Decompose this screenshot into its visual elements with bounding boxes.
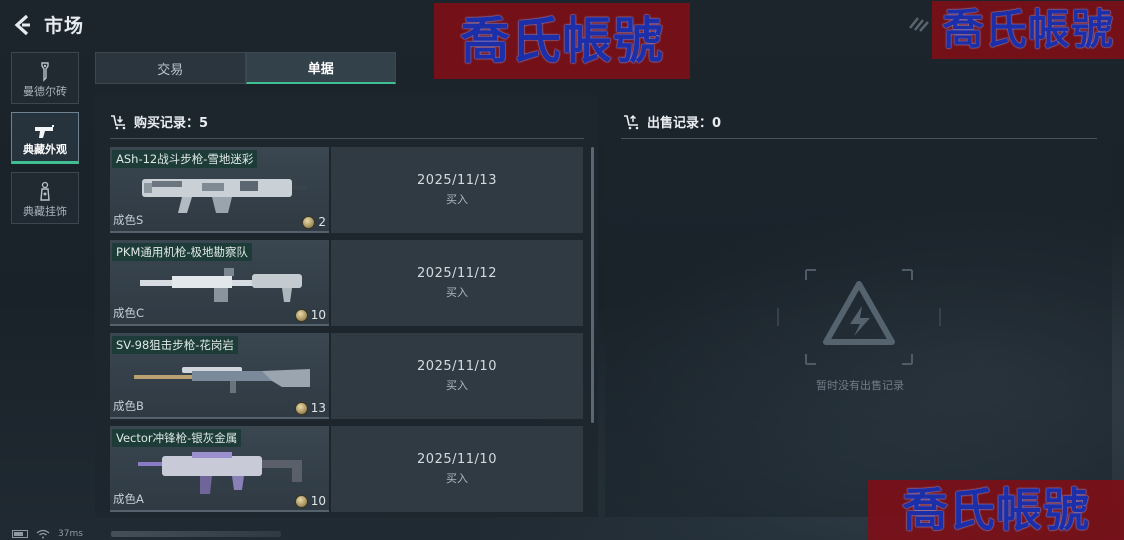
coin-icon xyxy=(294,401,308,415)
list-item[interactable]: ASh-12战斗步枪-雪地迷彩 成色S 2 2025/11/13 买入 xyxy=(110,147,584,233)
item-count-value: 2 xyxy=(318,215,326,229)
item-name: SV-98狙击步枪-花岗岩 xyxy=(112,336,238,354)
coin-icon xyxy=(294,494,308,508)
item-card[interactable]: PKM通用机枪-极地勘察队 成色C 10 xyxy=(110,240,329,326)
divider xyxy=(110,138,584,139)
record-action: 买入 xyxy=(446,472,468,485)
cart-download-icon xyxy=(111,114,126,129)
ping-value: 37ms xyxy=(58,528,83,539)
charm-icon xyxy=(40,181,50,201)
record-action: 买入 xyxy=(446,286,468,299)
record-info: 2025/11/13 买入 xyxy=(331,147,583,233)
sidebar-item-label: 曼德尔砖 xyxy=(23,85,67,98)
sidebar-item-collection-charms[interactable]: 典藏挂饰 xyxy=(11,172,79,224)
item-grade: 成色S xyxy=(113,213,144,227)
list-item[interactable]: SV-98狙击步枪-花岗岩 成色B 13 2025/11/10 买入 xyxy=(110,333,584,419)
list-item[interactable]: PKM通用机枪-极地勘察队 成色C 10 2025/11/12 买入 xyxy=(110,240,584,326)
sale-heading-text: 出售记录：0 xyxy=(647,116,722,131)
record-date: 2025/11/13 xyxy=(417,173,497,188)
brick-icon xyxy=(41,62,49,82)
divider xyxy=(621,138,1097,139)
battery-icon xyxy=(12,529,28,538)
back-button[interactable] xyxy=(10,12,36,38)
purchase-list[interactable]: ASh-12战斗步枪-雪地迷彩 成色S 2 2025/11/13 买入 PKM通… xyxy=(110,147,584,517)
item-name: Vector冲锋枪-银灰金属 xyxy=(112,429,242,447)
purchase-heading-text: 购买记录：5 xyxy=(134,116,209,131)
item-count: 13 xyxy=(294,401,326,415)
record-date: 2025/11/10 xyxy=(417,359,497,374)
status-bar: 37ms xyxy=(12,527,281,540)
item-grade: 成色A xyxy=(113,492,144,506)
item-card[interactable]: ASh-12战斗步枪-雪地迷彩 成色S 2 xyxy=(110,147,329,233)
item-count: 10 xyxy=(294,308,326,322)
page-title: 市场 xyxy=(44,15,85,37)
record-info: 2025/11/12 买入 xyxy=(331,240,583,326)
record-action: 买入 xyxy=(446,379,468,392)
pistol-icon xyxy=(35,125,54,138)
sniper-rifle-icon xyxy=(134,367,310,393)
item-grade: 成色B xyxy=(113,399,144,413)
watermark: 喬氏帳號 xyxy=(434,3,690,79)
record-info: 2025/11/10 买入 xyxy=(331,426,583,512)
sidebar-item-collection-skins[interactable]: 典藏外观 xyxy=(11,112,79,164)
item-count-value: 10 xyxy=(310,494,326,508)
purchase-heading: 购买记录：5 xyxy=(110,112,208,131)
record-action: 买入 xyxy=(446,193,468,206)
empty-state-text: 暂时没有出售记录 xyxy=(816,379,904,392)
record-date: 2025/11/10 xyxy=(417,452,497,467)
rifle-icon xyxy=(142,179,306,213)
item-card[interactable]: Vector冲锋枪-银灰金属 成色A 10 xyxy=(110,426,329,512)
chevron-left-icon xyxy=(14,14,30,36)
sidebar-item-label: 典藏挂饰 xyxy=(23,205,67,218)
watermark: 喬氏帳號 xyxy=(932,1,1124,59)
item-count: 10 xyxy=(294,494,326,508)
stripes-icon xyxy=(909,17,929,32)
sidebar-item-label: 典藏外观 xyxy=(23,143,67,156)
watermark: 喬氏帳號 xyxy=(868,480,1124,540)
item-name: ASh-12战斗步枪-雪地迷彩 xyxy=(112,150,258,168)
market-screen: 市场 曼德尔砖 典藏外观 典藏挂饰 交易 单据 购买记录：5 出售记录：0 AS… xyxy=(0,0,1124,540)
list-scrollbar[interactable] xyxy=(591,147,594,423)
item-card[interactable]: SV-98狙击步枪-花岗岩 成色B 13 xyxy=(110,333,329,419)
tab-bar: 交易 单据 xyxy=(95,52,396,84)
coin-icon xyxy=(302,215,316,229)
blurred-info xyxy=(110,530,281,537)
wifi-icon xyxy=(36,529,50,538)
record-date: 2025/11/12 xyxy=(417,266,497,281)
tab-trade[interactable]: 交易 xyxy=(95,52,246,84)
coin-icon xyxy=(294,308,308,322)
sidebar-item-mandel-brick[interactable]: 曼德尔砖 xyxy=(11,52,79,104)
list-item[interactable]: Vector冲锋枪-银灰金属 成色A 10 2025/11/10 买入 xyxy=(110,426,584,512)
cart-upload-icon xyxy=(624,114,639,129)
item-count: 2 xyxy=(302,215,326,229)
machine-gun-icon xyxy=(140,268,302,302)
item-count-value: 13 xyxy=(310,401,326,415)
item-count-value: 10 xyxy=(310,308,326,322)
smg-icon xyxy=(138,452,302,494)
tab-orders[interactable]: 单据 xyxy=(245,52,396,84)
item-name: PKM通用机枪-极地勘察队 xyxy=(112,243,253,261)
sale-heading: 出售记录：0 xyxy=(623,112,721,131)
record-info: 2025/11/10 买入 xyxy=(331,333,583,419)
item-grade: 成色C xyxy=(113,306,145,320)
